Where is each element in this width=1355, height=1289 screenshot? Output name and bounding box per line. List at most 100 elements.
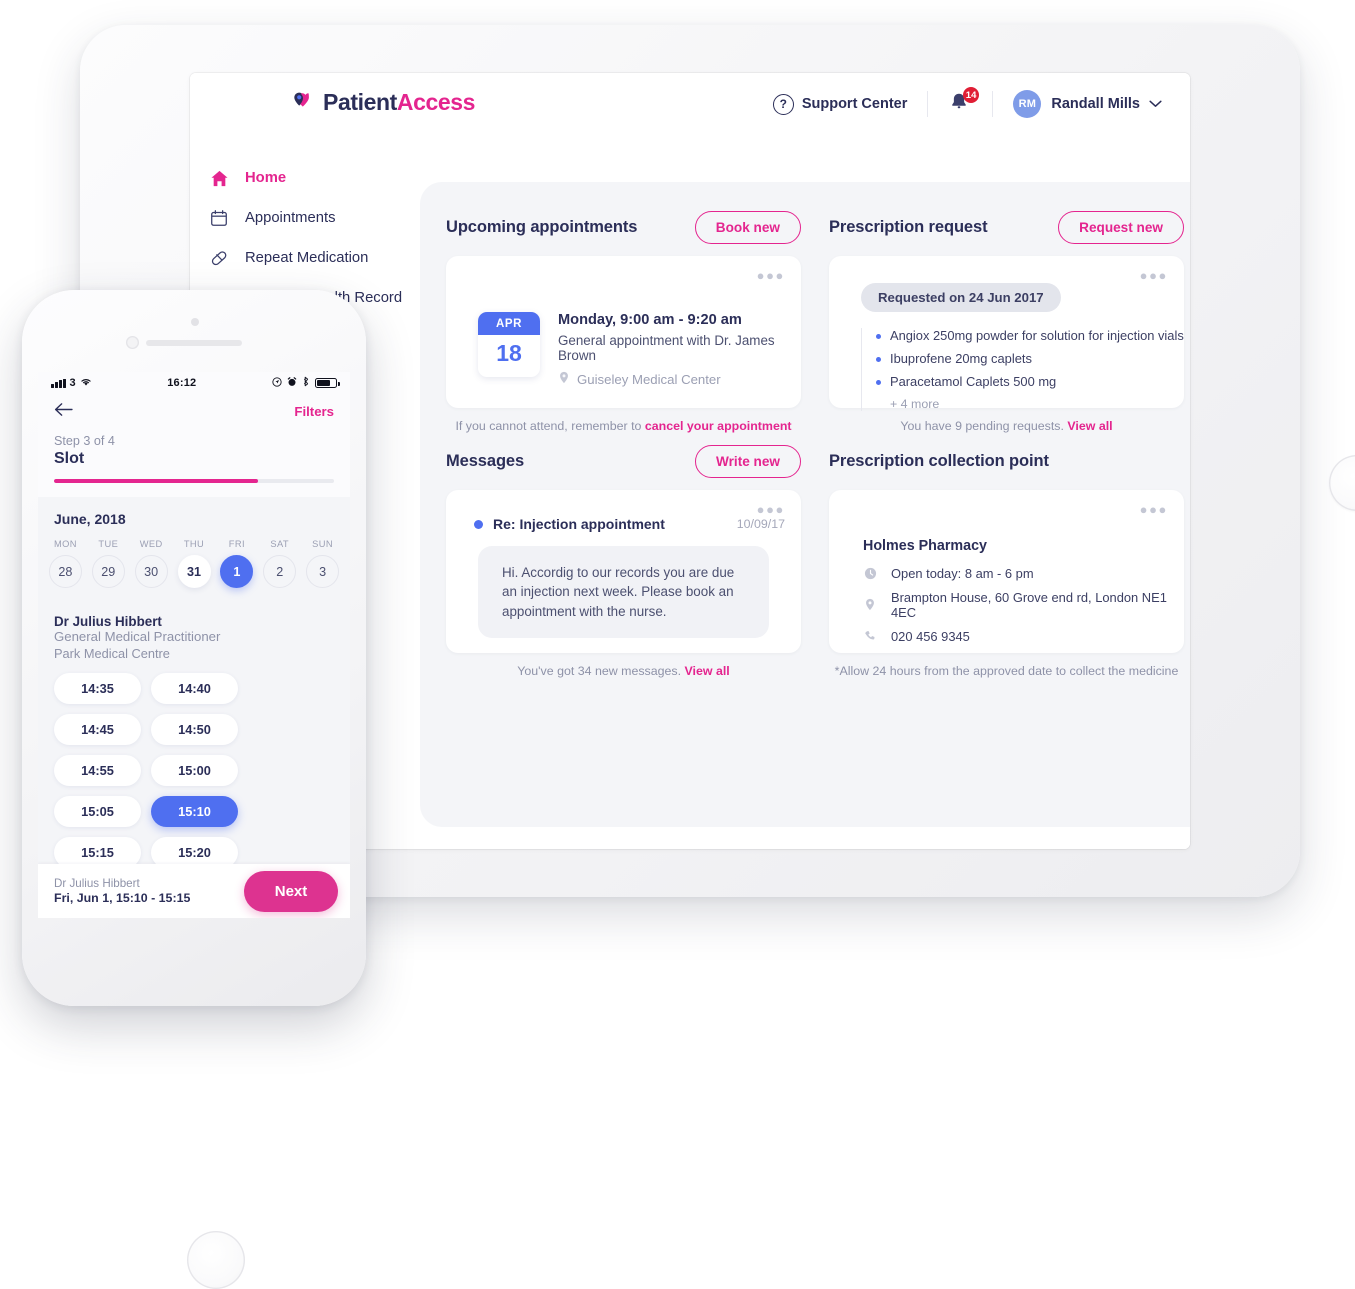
support-center-button[interactable]: ? Support Center bbox=[772, 93, 907, 115]
doctor-name: Dr Julius Hibbert bbox=[54, 614, 162, 629]
phone-home-button[interactable] bbox=[187, 1231, 245, 1289]
day-number: 31 bbox=[177, 555, 211, 588]
day-of-week-label: TUE bbox=[98, 539, 119, 549]
phone-nav-bar: Filters bbox=[38, 394, 350, 428]
summary-doctor: Dr Julius Hibbert bbox=[54, 877, 140, 890]
view-all-prescriptions-link[interactable]: View all bbox=[1067, 419, 1112, 433]
appointment-card[interactable]: ●●● APR 18 Monday, 9:00 am - 9:20 am Gen… bbox=[446, 256, 801, 408]
doctor-clinic: Park Medical Centre bbox=[54, 646, 170, 661]
page-title: Upcoming appointments bbox=[446, 217, 638, 236]
calendar-day-sat[interactable]: SAT 2 bbox=[258, 539, 301, 588]
appointment-text: Monday, 9:00 am - 9:20 am General appoin… bbox=[558, 312, 801, 388]
brand-logo[interactable]: PatientAccess bbox=[292, 89, 475, 116]
map-pin-icon bbox=[863, 598, 877, 612]
day-of-week-label: SUN bbox=[312, 539, 333, 549]
phone-icon bbox=[863, 630, 877, 644]
card-menu-icon[interactable]: ●●● bbox=[1140, 268, 1168, 283]
section-header: Prescription request Request new bbox=[829, 210, 1184, 244]
slot-button[interactable]: 14:45 bbox=[54, 714, 141, 745]
status-left: 3 bbox=[51, 377, 92, 390]
request-new-button[interactable]: Request new bbox=[1058, 210, 1184, 244]
wifi-icon bbox=[80, 377, 92, 390]
user-menu[interactable]: RM Randall Mills bbox=[1013, 90, 1162, 118]
calendar-day-mon[interactable]: MON 28 bbox=[44, 539, 87, 588]
list-item: Angiox 250mg powder for solution for inj… bbox=[876, 328, 1184, 343]
calendar-month-label: June, 2018 bbox=[54, 511, 126, 527]
section-header: Messages Write new bbox=[446, 444, 801, 478]
date-badge: APR 18 bbox=[478, 312, 540, 377]
notification-count-badge: 14 bbox=[962, 87, 980, 103]
view-all-messages-link[interactable]: View all bbox=[685, 664, 730, 678]
prescription-footer-text: You have 9 pending requests. bbox=[900, 419, 1068, 433]
calendar-day-thu[interactable]: THU 31 bbox=[173, 539, 216, 588]
slot-button[interactable]: 14:50 bbox=[151, 714, 238, 745]
progress-bar bbox=[54, 479, 334, 483]
tablet-home-button[interactable] bbox=[1329, 455, 1355, 511]
next-button[interactable]: Next bbox=[244, 870, 338, 912]
message-date: 10/09/17 bbox=[736, 517, 785, 531]
filters-button[interactable]: Filters bbox=[294, 404, 334, 419]
day-number: 1 bbox=[220, 555, 254, 588]
prescription-card[interactable]: ●●● Requested on 24 Jun 2017 Angiox 250m… bbox=[829, 256, 1184, 411]
slot-button[interactable]: 14:55 bbox=[54, 755, 141, 786]
slot-button-selected[interactable]: 15:10 bbox=[151, 796, 238, 827]
book-new-button[interactable]: Book new bbox=[694, 210, 801, 244]
sidebar-item-appointments[interactable]: Appointments bbox=[190, 198, 420, 238]
section-title: Prescription request bbox=[829, 217, 988, 236]
brand-name-2: Access bbox=[396, 89, 476, 115]
prescription-list: Angiox 250mg powder for solution for inj… bbox=[861, 328, 1184, 411]
sidebar-item-repeat-medication[interactable]: Repeat Medication bbox=[190, 238, 420, 278]
section-header: Prescription collection point bbox=[829, 444, 1184, 478]
alarm-icon bbox=[287, 376, 297, 390]
wizard-title: Slot bbox=[54, 450, 85, 467]
collection-point-section: Prescription collection point ●●● Holmes… bbox=[829, 444, 1184, 678]
patient-access-logo-icon bbox=[292, 91, 316, 115]
slot-button[interactable]: 14:35 bbox=[54, 673, 141, 704]
day-of-week-label: FRI bbox=[228, 539, 245, 549]
status-time: 16:12 bbox=[167, 377, 197, 389]
sidebar-item-label: Home bbox=[245, 170, 287, 186]
slot-button[interactable]: 15:05 bbox=[54, 796, 141, 827]
day-number: 28 bbox=[48, 555, 82, 588]
battery-icon bbox=[315, 378, 340, 388]
day-number: 29 bbox=[91, 555, 125, 588]
card-menu-icon[interactable]: ●●● bbox=[1140, 502, 1168, 517]
calendar-day-fri-selected[interactable]: FRI 1 bbox=[215, 539, 258, 588]
pharmacy-card[interactable]: ●●● Holmes Pharmacy Open today: 8 am - 6… bbox=[829, 490, 1184, 653]
phone-bottom-bar: Dr Julius Hibbert Fri, Jun 1, 15:10 - 15… bbox=[38, 864, 350, 918]
sidebar-item-label: Repeat Medication bbox=[245, 250, 369, 266]
day-of-week-label: THU bbox=[183, 539, 205, 549]
arrow-left-icon[interactable] bbox=[54, 402, 73, 421]
chevron-down-icon bbox=[1149, 97, 1162, 111]
messages-footer-text: You've got 34 new messages. bbox=[517, 664, 685, 678]
phone-screen: 3 16:12 Filters Step 3 of 4 Slot June, 2… bbox=[38, 372, 350, 918]
card-menu-icon[interactable]: ●●● bbox=[757, 268, 785, 283]
day-of-week-label: WED bbox=[139, 539, 163, 549]
appointment-time: Monday, 9:00 am - 9:20 am bbox=[558, 312, 742, 328]
date-badge-month: APR bbox=[478, 312, 540, 335]
day-of-week-label: MON bbox=[53, 539, 77, 549]
write-new-button[interactable]: Write new bbox=[695, 444, 801, 478]
message-card[interactable]: ●●● Re: Injection appointment 10/09/17 H… bbox=[446, 490, 801, 653]
calendar-day-sun[interactable]: SUN 3 bbox=[301, 539, 344, 588]
calendar-days: MON 28 TUE 29 WED 30 THU 31 FRI 1 SAT 2 … bbox=[38, 539, 350, 588]
topbar-actions: ? Support Center 14 RM Randall Mills bbox=[772, 86, 1162, 122]
appointment-footer-text: If you cannot attend, remember to bbox=[455, 419, 645, 433]
card-menu-icon[interactable]: ●●● bbox=[757, 502, 785, 517]
slot-button[interactable]: 14:40 bbox=[151, 673, 238, 704]
slot-button[interactable]: 15:00 bbox=[151, 755, 238, 786]
messages-section: Messages Write new ●●● Re: Injection app… bbox=[446, 444, 801, 678]
prescription-footer: You have 9 pending requests. View all bbox=[829, 419, 1184, 433]
wizard-step-label: Step 3 of 4 bbox=[54, 434, 115, 448]
calendar-day-tue[interactable]: TUE 29 bbox=[87, 539, 130, 588]
day-number: 3 bbox=[306, 555, 340, 588]
day-number: 2 bbox=[263, 555, 297, 588]
phone-sensor bbox=[191, 318, 199, 326]
status-right bbox=[272, 376, 340, 390]
carrier-label: 3 bbox=[69, 377, 76, 389]
cancel-appointment-link[interactable]: cancel your appointment bbox=[645, 419, 792, 433]
notifications-button[interactable]: 14 bbox=[948, 87, 980, 117]
sidebar-item-home[interactable]: Home bbox=[190, 158, 420, 198]
status-badge: Requested on 24 Jun 2017 bbox=[861, 283, 1061, 312]
calendar-day-wed[interactable]: WED 30 bbox=[130, 539, 173, 588]
